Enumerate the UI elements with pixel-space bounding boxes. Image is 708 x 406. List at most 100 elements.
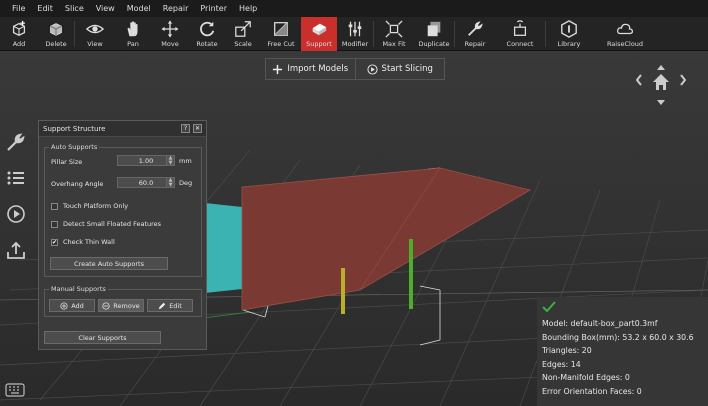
home-view-icon (635, 65, 687, 105)
pencil-icon (159, 302, 166, 309)
view-navigator[interactable] (635, 65, 687, 105)
start-slicing-label: Start Slicing (381, 64, 433, 74)
delete-button[interactable]: Delete (38, 17, 74, 51)
max-fit-label: Max Fit (382, 40, 406, 48)
support-label: Support (306, 40, 332, 48)
left-sidebar (4, 130, 28, 274)
detect-small-features-checkbox[interactable]: Detect Small Floated Features (51, 220, 161, 228)
add-button[interactable]: Add (0, 17, 38, 51)
add-box-icon (12, 20, 26, 37)
rotate-icon (200, 21, 215, 37)
duplicate-label: Duplicate (418, 40, 450, 48)
plus-icon (273, 64, 283, 74)
overhang-angle-unit: Deg (179, 179, 193, 187)
auto-supports-group: Auto Supports Pillar Size 1.00 ▲ ▼ mm Ove… (44, 143, 202, 277)
remove-support-button[interactable]: Remove (98, 299, 144, 312)
checkmark-icon[interactable]: ✔ (51, 238, 58, 246)
pillar-size-stepper[interactable]: ▲ ▼ (166, 155, 175, 166)
create-auto-supports-button[interactable]: Create Auto Supports (50, 257, 168, 270)
connect-label: Connect (506, 40, 534, 48)
overhang-angle-stepper[interactable]: ▲ ▼ (166, 177, 175, 188)
modifier-label: Modifier (341, 40, 369, 48)
close-button[interactable]: ✕ (193, 124, 202, 133)
delete-label: Delete (45, 40, 67, 48)
edit-support-label: Edit (169, 301, 182, 310)
repair-label: Repair (464, 40, 486, 48)
keyboard-icon[interactable] (5, 382, 25, 397)
clear-supports-button[interactable]: Clear Supports (44, 331, 161, 344)
support-pillar[interactable] (409, 239, 413, 309)
touch-platform-checkbox[interactable]: Touch Platform Only (51, 202, 128, 210)
menu-printer[interactable]: Printer (194, 4, 233, 13)
check-thin-wall-checkbox[interactable]: ✔ Check Thin Wall (51, 238, 115, 246)
settings-tab[interactable] (4, 130, 28, 154)
menu-model[interactable]: Model (121, 4, 157, 13)
support-pillar[interactable] (341, 268, 345, 314)
menu-view[interactable]: View (90, 4, 121, 13)
list-icon (7, 171, 24, 185)
overhang-angle-label: Overhang Angle (51, 180, 104, 188)
import-models-label: Import Models (287, 64, 349, 74)
scale-button[interactable]: Scale (225, 17, 261, 51)
duplicate-icon (427, 21, 441, 37)
menu-edit[interactable]: Edit (31, 4, 59, 13)
wrench-icon (7, 133, 25, 151)
error-orientation-faces: Error Orientation Faces: 0 (542, 386, 642, 396)
support-button[interactable]: Support (301, 17, 337, 51)
view-button[interactable]: View (75, 17, 115, 51)
pan-button[interactable]: Pan (115, 17, 151, 51)
move-button[interactable]: Move (151, 17, 189, 51)
duplicate-button[interactable]: Duplicate (414, 17, 454, 51)
move-arrows-icon (161, 20, 179, 38)
connect-button[interactable]: Connect (495, 17, 545, 51)
remove-support-label: Remove (113, 301, 140, 310)
edit-support-button[interactable]: Edit (147, 299, 193, 312)
pan-label: Pan (127, 40, 139, 48)
help-button[interactable]: ? (181, 124, 190, 133)
scale-icon (235, 21, 251, 37)
check-thin-wall-label: Check Thin Wall (63, 238, 115, 246)
free-cut-button[interactable]: Free Cut (261, 17, 301, 51)
max-fit-icon (385, 20, 403, 38)
raisecloud-button[interactable]: RaiseCloud (592, 17, 658, 51)
hand-icon (127, 21, 138, 37)
connect-icon (513, 20, 527, 36)
auto-supports-label: Auto Supports (49, 143, 100, 151)
pillar-size-unit: mm (179, 157, 192, 165)
add-label: Add (12, 40, 26, 48)
menu-help[interactable]: Help (233, 4, 263, 13)
detect-small-features-label: Detect Small Floated Features (63, 220, 162, 228)
rotate-button[interactable]: Rotate (189, 17, 225, 51)
play-circle-icon (7, 205, 25, 223)
checkbox-box[interactable] (51, 202, 58, 210)
sliders-icon (348, 21, 362, 37)
cyan-object (205, 203, 242, 293)
free-cut-label: Free Cut (267, 40, 295, 48)
add-support-button[interactable]: Add (49, 299, 95, 312)
max-fit-button[interactable]: Max Fit (374, 17, 414, 51)
menu-slice[interactable]: Slice (59, 4, 90, 13)
panel-titlebar: Support Structure ? ✕ (39, 121, 206, 137)
scale-label: Scale (234, 40, 252, 48)
start-slicing-button[interactable]: Start Slicing (354, 59, 445, 79)
export-tab[interactable] (4, 238, 28, 262)
cut-icon (274, 22, 288, 36)
library-button[interactable]: Library (546, 17, 592, 51)
model-mesh[interactable] (241, 167, 532, 311)
checkbox-box[interactable] (51, 220, 58, 228)
raisecloud-label: RaiseCloud (606, 40, 644, 48)
menu-file[interactable]: File (6, 4, 31, 13)
library-icon (561, 20, 577, 38)
model-info-panel: Model: default-box_part0.3mf Bounding Bo… (537, 297, 708, 406)
eye-icon (86, 24, 104, 34)
modifier-button[interactable]: Modifier (337, 17, 373, 51)
repair-button[interactable]: Repair (455, 17, 495, 51)
menu-repair[interactable]: Repair (157, 4, 195, 13)
list-tab[interactable] (4, 166, 28, 190)
delete-box-icon (50, 23, 62, 36)
import-models-button[interactable]: Import Models (266, 59, 355, 79)
preview-tab[interactable] (4, 202, 28, 226)
triangles-count: Triangles: 20 (542, 346, 592, 355)
view-label: View (87, 40, 103, 48)
main-toolbar: Add Delete View Pan Move Rotate Scale Fr… (0, 17, 708, 51)
